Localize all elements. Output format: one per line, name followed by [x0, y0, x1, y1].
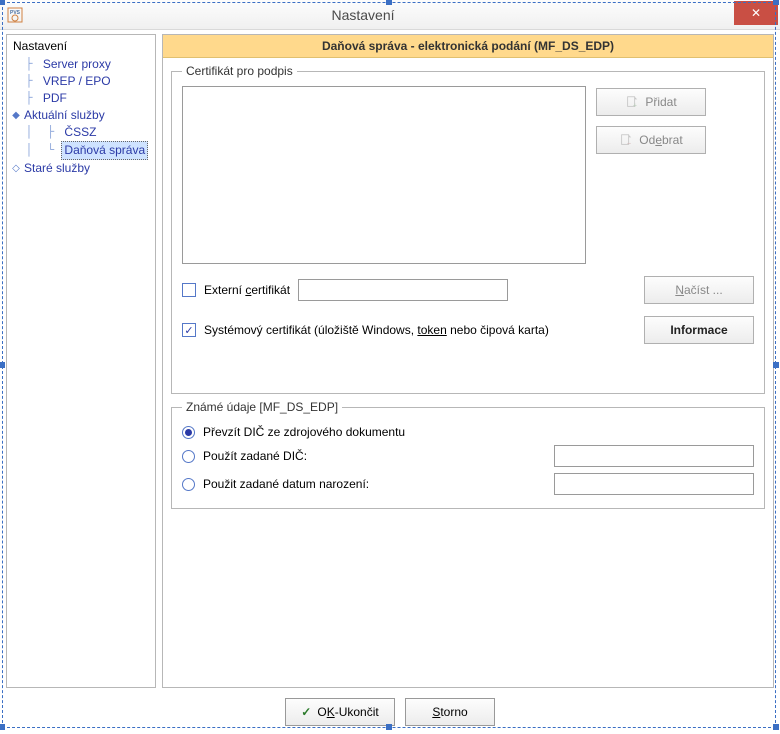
cancel-button-label: Storno: [432, 705, 467, 719]
ok-button-label: OK-Ukončit: [317, 705, 378, 719]
radio-source-dic[interactable]: [182, 426, 195, 439]
dialog-body: Nastavení ├ Server proxy ├ VREP / EPO ├ …: [0, 30, 780, 692]
document-minus-icon: −: [619, 133, 633, 147]
window-title: Nastavení: [32, 7, 694, 23]
selection-handle: [773, 0, 779, 5]
radio-row-use-dic[interactable]: Použít zadané DIČ:: [182, 442, 754, 470]
external-cert-label: Externí certifikát: [204, 283, 290, 297]
tree-item-danova-sprava[interactable]: │ └ Daňová správa: [9, 141, 155, 160]
add-button[interactable]: + Přidat: [596, 88, 706, 116]
panel-header: Daňová správa - elektronická podání (MF_…: [163, 35, 773, 58]
close-icon: ✕: [751, 6, 761, 20]
selection-handle: [773, 724, 779, 730]
check-icon: [301, 705, 311, 719]
tree-panel: Nastavení ├ Server proxy ├ VREP / EPO ├ …: [6, 34, 156, 688]
tree-item-label: Daňová správa: [61, 141, 148, 160]
tree-item-label: Aktuální služby: [21, 107, 108, 124]
radio-row-source-dic[interactable]: Převzít DIČ ze zdrojového dokumentu: [182, 422, 754, 442]
tree-root-label: Nastavení: [11, 37, 69, 56]
tree-item-label: VREP / EPO: [40, 73, 114, 90]
radio-source-dic-label: Převzít DIČ ze zdrojového dokumentu: [203, 425, 405, 439]
tree-item-label: ČSSZ: [61, 124, 99, 141]
svg-text:−: −: [627, 140, 631, 147]
ok-button[interactable]: OK-Ukončit: [285, 698, 395, 726]
certificate-group-label: Certifikát pro podpis: [182, 64, 297, 78]
tree-item-vrep-epo[interactable]: ├ VREP / EPO: [9, 73, 155, 90]
selection-handle: [0, 0, 5, 5]
tree-item-label: PDF: [40, 90, 70, 107]
selection-handle: [773, 362, 779, 368]
selection-handle: [386, 724, 392, 730]
svg-text:+: +: [633, 102, 637, 109]
cancel-button[interactable]: Storno: [405, 698, 495, 726]
certificate-listbox[interactable]: [182, 86, 586, 264]
load-button[interactable]: Načíst ...: [644, 276, 754, 304]
radio-use-dic-label: Použít zadané DIČ:: [203, 449, 433, 463]
tree-item-label: Staré služby: [21, 160, 93, 177]
close-button[interactable]: ✕: [734, 1, 778, 25]
external-cert-input[interactable]: [298, 279, 508, 301]
selection-handle: [386, 0, 392, 5]
certificate-groupbox: Certifikát pro podpis + Přidat −: [171, 64, 765, 394]
right-panel: Daňová správa - elektronická podání (MF_…: [162, 34, 774, 688]
tree-item-pdf[interactable]: ├ PDF: [9, 90, 155, 107]
dic-input[interactable]: [554, 445, 754, 467]
tree-item-server-proxy[interactable]: ├ Server proxy: [9, 56, 155, 73]
tree-item-aktualni-sluzby[interactable]: ◆ Aktuální služby: [9, 107, 155, 124]
selection-handle: [0, 362, 5, 368]
radio-use-dob[interactable]: [182, 478, 195, 491]
dob-input[interactable]: [554, 473, 754, 495]
tree-expand-icon[interactable]: ◆: [11, 107, 21, 124]
add-button-label: Přidat: [645, 95, 676, 109]
radio-use-dic[interactable]: [182, 450, 195, 463]
info-button-label: Informace: [670, 323, 727, 337]
content-area: Certifikát pro podpis + Přidat −: [163, 58, 773, 687]
tree-item-label: Server proxy: [40, 56, 114, 73]
radio-use-dob-label: Použit zadané datum narození:: [203, 477, 433, 491]
app-icon: PVS: [6, 6, 24, 24]
selection-handle: [0, 724, 5, 730]
tree-item-stare-sluzby[interactable]: ◇ Staré služby: [9, 160, 155, 177]
external-cert-checkbox[interactable]: [182, 283, 196, 297]
system-cert-label: Systémový certifikát (úložiště Windows, …: [204, 323, 549, 337]
system-cert-checkbox[interactable]: ✓: [182, 323, 196, 337]
tree-collapse-icon[interactable]: ◇: [11, 160, 21, 177]
info-button[interactable]: Informace: [644, 316, 754, 344]
remove-button-label: Odebrat: [639, 133, 682, 147]
document-plus-icon: +: [625, 95, 639, 109]
radio-row-use-dob[interactable]: Použit zadané datum narození:: [182, 470, 754, 498]
remove-button[interactable]: − Odebrat: [596, 126, 706, 154]
tree-root[interactable]: Nastavení: [9, 37, 155, 56]
known-data-groupbox: Známé údaje [MF_DS_EDP] Převzít DIČ ze z…: [171, 400, 765, 509]
known-data-group-label: Známé údaje [MF_DS_EDP]: [182, 400, 342, 414]
load-button-label: Načíst ...: [675, 283, 722, 297]
tree-item-cssz[interactable]: │ ├ ČSSZ: [9, 124, 155, 141]
